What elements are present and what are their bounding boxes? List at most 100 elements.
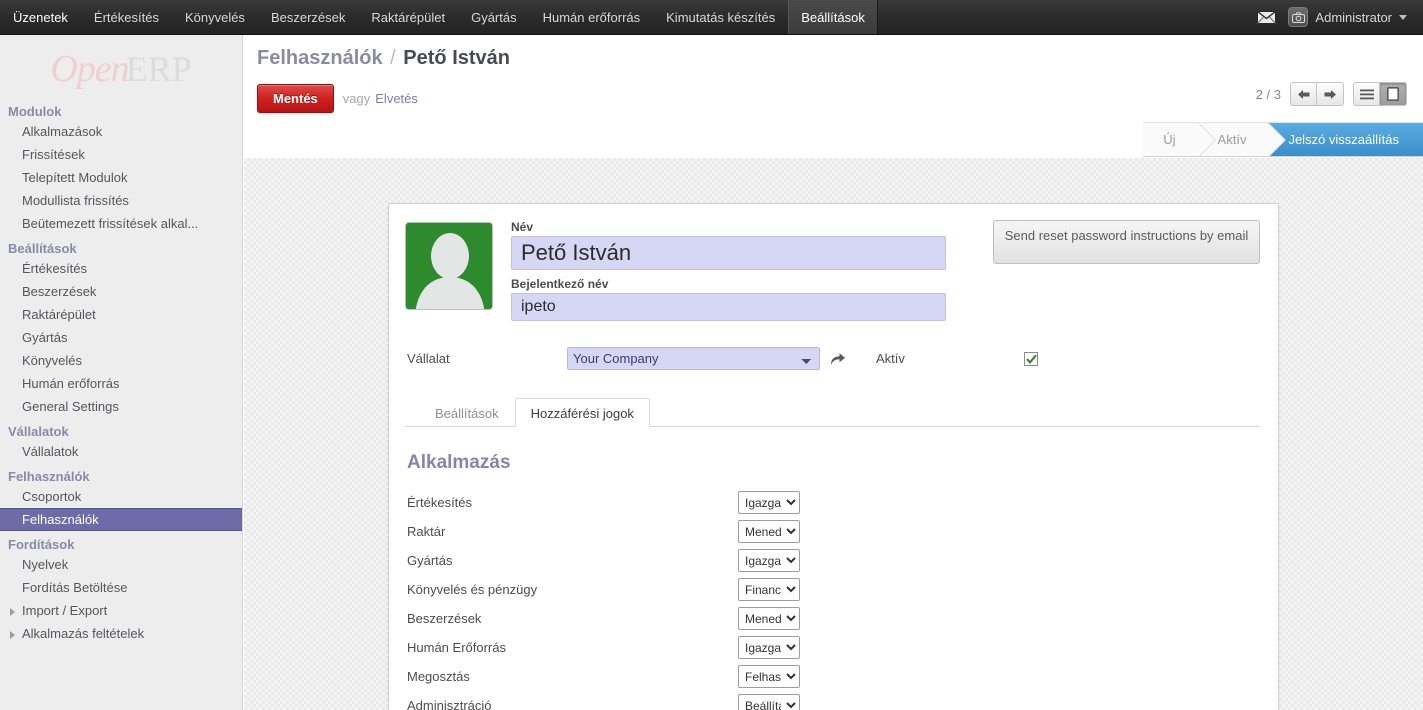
company-label: Vállalat [407, 351, 450, 366]
discard-button[interactable]: Elvetés [375, 91, 418, 106]
access-right-select[interactable]: Igazgató [738, 549, 800, 572]
menu-item-rt-kes-t-s[interactable]: Értékesítés [81, 0, 172, 34]
access-right-select-cell: Menedzser [738, 604, 1260, 633]
tab-hozz-f-r-si-jogok[interactable]: Hozzáférési jogok [514, 398, 650, 427]
access-right-select[interactable]: Financial Manager [738, 578, 800, 601]
sidebar-item-friss-t-sek[interactable]: Frissítések [0, 143, 242, 166]
tab-be-ll-t-sok[interactable]: Beállítások [419, 398, 515, 427]
or-label: vagy [342, 90, 371, 106]
menu-item-gy-rt-s[interactable]: Gyártás [458, 0, 530, 34]
sidebar-item-ford-t-s-bet-lt-se[interactable]: Fordítás Betöltése [0, 576, 242, 599]
access-rights-table: Értékesítés Igazgató Raktár Menedzser Gyártá… [405, 488, 1260, 710]
access-right-select[interactable]: Menedzser [738, 607, 800, 630]
access-right-select[interactable]: Felhasználó [738, 665, 800, 688]
form-header-group: Név Bejelentkező név Send reset password… [405, 220, 1260, 323]
menu-item-rakt-r-p-let[interactable]: Raktárépület [358, 0, 458, 34]
arrow-left-icon[interactable] [1290, 82, 1317, 106]
access-right-select[interactable]: Igazgató [738, 491, 800, 514]
sidebar-section-be-ll-t-sok: Beállítások [8, 241, 77, 256]
access-right-select-cell: Beállítások [738, 691, 1260, 710]
sidebar-item-felhaszn-l-k[interactable]: Felhasználók [0, 508, 242, 531]
sidebar-section-v-llalatok: Vállalatok [8, 424, 69, 439]
sidebar-item-import-export[interactable]: Import / Export [0, 599, 242, 622]
company-select[interactable]: Your Company [567, 347, 820, 370]
form-sheet: Név Bejelentkező név Send reset password… [388, 203, 1279, 710]
access-right-label: Könyvelés és pénzügy [407, 582, 538, 597]
access-right-label: Beszerzések [407, 611, 482, 626]
form-view-icon[interactable] [1380, 82, 1407, 106]
access-right-select[interactable]: Beállítások [738, 694, 800, 710]
access-right-select[interactable]: Menedzser [738, 520, 800, 543]
external-link-icon[interactable] [830, 352, 846, 366]
sidebar-item-gy-rt-s[interactable]: Gyártás [0, 326, 242, 349]
name-input[interactable] [511, 236, 946, 270]
sidebar-item-alkalmaz-sok[interactable]: Alkalmazások [0, 120, 242, 143]
sidebar-item-general-settings[interactable]: General Settings [0, 395, 242, 418]
sidebar-item-rt-kes-t-s[interactable]: Értékesítés [0, 257, 242, 280]
access-right-row: Humán Erőforrás Igazgató [405, 633, 1260, 662]
access-right-label: Adminisztráció [407, 698, 492, 710]
menu-item-kimutat-s-k-sz-t-s[interactable]: Kimutatás készítés [653, 0, 788, 34]
main-menu: Üzenetek Értékesítés Könyvelés Beszerzések R… [0, 0, 878, 34]
access-right-label: Gyártás [407, 553, 453, 568]
menu-item-hum-n-er-forr-s[interactable]: Humán erőforrás [530, 0, 654, 34]
pager-count: 2 / 3 [1255, 86, 1281, 102]
access-right-row: Adminisztráció Beállítások [405, 691, 1260, 710]
sidebar-item-modullista-friss-t-s[interactable]: Modullista frissítés [0, 189, 242, 212]
sidebar-item-telep-tett-modulok[interactable]: Telepített Modulok [0, 166, 242, 189]
access-right-select[interactable]: Igazgató [738, 636, 800, 659]
main-content: Felhasználók / Pető István Mentés vagy E… [244, 35, 1423, 710]
active-checkbox[interactable] [1024, 351, 1038, 366]
login-label: Bejelentkező név [511, 277, 609, 291]
checkmark-icon [1025, 354, 1037, 364]
access-right-select-cell: Igazgató [738, 633, 1260, 662]
form-canvas: Név Bejelentkező név Send reset password… [244, 158, 1423, 710]
access-right-row: Könyvelés és pénzügy Financial Manager [405, 575, 1260, 604]
access-right-row: Megosztás Felhasználó [405, 662, 1260, 691]
sidebar-item-k-nyvel-s[interactable]: Könyvelés [0, 349, 242, 372]
sidebar-section-modulok: Modulok [8, 104, 62, 119]
sidebar-item-v-llalatok[interactable]: Vállalatok [0, 440, 242, 463]
breadcrumb-separator: / [390, 47, 396, 69]
control-panel: Mentés vagy Elvetés 2 / 3 [244, 76, 1423, 120]
arrow-right-icon[interactable] [1317, 82, 1344, 106]
view-switcher [1353, 82, 1407, 106]
access-right-label: Raktár [407, 524, 446, 539]
sidebar-item-csoportok[interactable]: Csoportok [0, 485, 242, 508]
sidebar-item-rakt-r-p-let[interactable]: Raktárépület [0, 303, 242, 326]
status-step-jelsz-vissza-ll-t-s[interactable]: Jelszó visszaállítás [1268, 123, 1423, 156]
envelope-icon[interactable] [1257, 10, 1277, 24]
access-right-row: Értékesítés Igazgató [405, 488, 1260, 517]
sidebar-item-beszerz-sek[interactable]: Beszerzések [0, 280, 242, 303]
menu-item-beszerz-sek[interactable]: Beszerzések [258, 0, 358, 34]
menu-item-be-ll-t-sok[interactable]: Beállítások [788, 0, 878, 34]
status-step--j[interactable]: Új [1143, 123, 1216, 157]
user-name-label: Administrator [1315, 9, 1392, 25]
access-right-label: Megosztás [407, 669, 470, 684]
access-right-label: Értékesítés [407, 495, 473, 510]
access-right-select-cell: Financial Manager [738, 575, 1260, 604]
access-right-row: Gyártás Igazgató [405, 546, 1260, 575]
topbar-right-group: Administrator [1257, 0, 1423, 34]
sidebar-item-nyelvek[interactable]: Nyelvek [0, 553, 242, 576]
sidebar-item-be-temezett-friss-t-sek-alkal[interactable]: Beütemezett frissítések alkal... [0, 212, 242, 235]
breadcrumb: Felhasználók / Pető István [244, 35, 1423, 76]
user-avatar-placeholder-icon[interactable] [405, 222, 493, 310]
sidebar-item-hum-n-er-forr-s[interactable]: Humán erőforrás [0, 372, 242, 395]
menu-item-k-nyvel-s[interactable]: Könyvelés [172, 0, 258, 34]
access-right-select-cell: Igazgató [738, 488, 1260, 517]
access-right-label: Humán Erőforrás [407, 640, 506, 655]
menu-item-zenetek[interactable]: Üzenetek [0, 0, 81, 34]
list-view-icon[interactable] [1353, 82, 1380, 106]
user-menu[interactable]: Administrator [1286, 7, 1409, 27]
login-input[interactable] [511, 293, 946, 321]
openerp-logo[interactable]: Open ERP [0, 35, 242, 98]
send-reset-password-button[interactable]: Send reset password instructions by emai… [993, 220, 1260, 264]
save-button[interactable]: Mentés [257, 83, 334, 113]
access-right-row: Beszerzések Menedzser [405, 604, 1260, 633]
logo-erp-text: ERP [125, 48, 192, 89]
breadcrumb-parent[interactable]: Felhasználók [257, 47, 383, 69]
left-sidebar: Open ERP Modulok Alkalmazások Frissítések Te… [0, 35, 243, 710]
sidebar-nav: Modulok Alkalmazások Frissítések Telepített… [0, 98, 242, 645]
sidebar-item-alkalmaz-s-felt-telek[interactable]: Alkalmazás feltételek [0, 622, 242, 645]
